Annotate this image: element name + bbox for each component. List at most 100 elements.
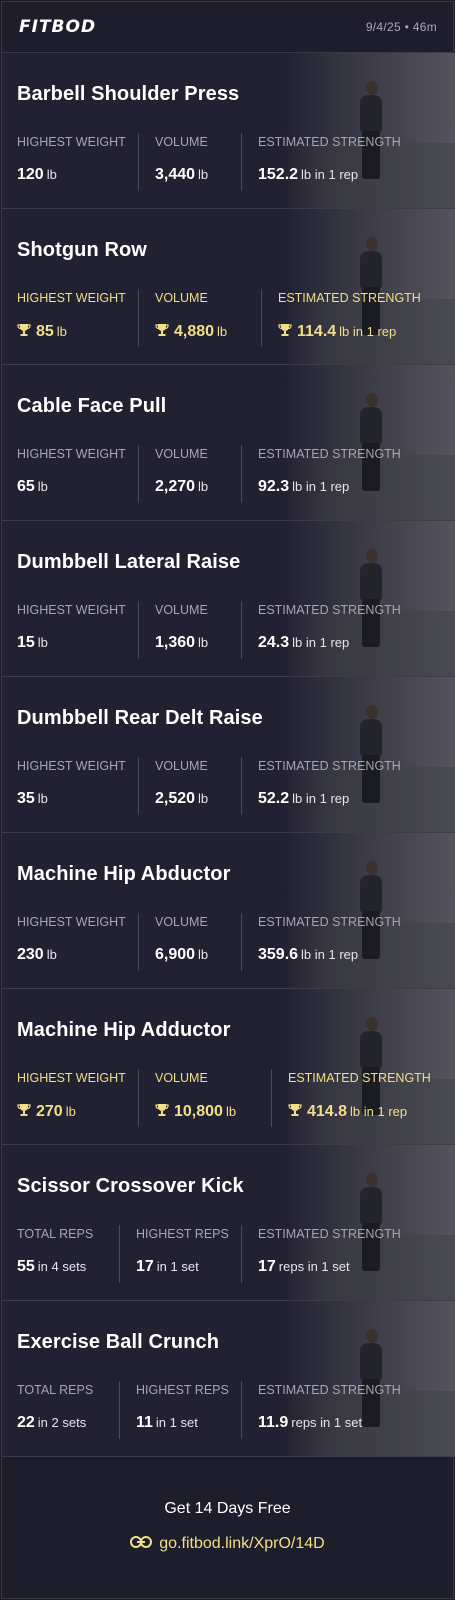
stat-label: HIGHEST WEIGHT bbox=[17, 291, 126, 305]
stat-divider bbox=[119, 1381, 120, 1439]
stat-value-row: 15 lb bbox=[17, 634, 48, 652]
stat-value: 2,270 bbox=[155, 478, 196, 495]
exercise-card[interactable]: Dumbbell Rear Delt Raise HIGHEST WEIGHT 35… bbox=[2, 677, 455, 833]
stat-value-row: 35 lb bbox=[17, 790, 48, 808]
exercise-card[interactable]: Shotgun Row HIGHEST WEIGHT 85 lb VOLUME 4,880… bbox=[2, 209, 455, 365]
stat-value-row: 22 in 2 sets bbox=[17, 1414, 86, 1432]
stat-value: 10,800 bbox=[174, 1103, 223, 1120]
stat-label: ESTIMATED STRENGTH bbox=[288, 1071, 431, 1085]
exercise-card[interactable]: Cable Face Pull HIGHEST WEIGHT 65 lb VOLUME 2… bbox=[2, 365, 455, 521]
stat-unit: lb in 1 rep bbox=[292, 791, 350, 806]
stat-unit: lb bbox=[217, 324, 228, 339]
stat-value: 114.4 bbox=[297, 323, 337, 340]
exercise-card[interactable]: Exercise Ball Crunch TOTAL REPS 22 in 2 set… bbox=[2, 1301, 455, 1457]
stat-unit: lb bbox=[198, 635, 209, 650]
stat-value: 414.8 bbox=[307, 1103, 348, 1120]
stat-divider bbox=[138, 757, 139, 815]
stat-unit: lb in 1 rep bbox=[292, 479, 350, 494]
stat-value-row: 270 lb bbox=[17, 1102, 76, 1121]
stat-divider bbox=[138, 601, 139, 659]
stat-label: ESTIMATED STRENGTH bbox=[278, 291, 421, 305]
exercise-card[interactable]: Machine Hip Abductor HIGHEST WEIGHT 230 lb V… bbox=[2, 833, 455, 989]
stat-divider bbox=[138, 289, 139, 347]
stat-value: 17 bbox=[136, 1258, 154, 1275]
stat-value-row: 152.2 lb in 1 rep bbox=[258, 166, 358, 184]
exercise-name: Dumbbell Lateral Raise bbox=[17, 551, 241, 573]
stat-value: 4,880 bbox=[174, 323, 215, 340]
stat-divider bbox=[241, 1225, 242, 1283]
exercise-card[interactable]: Dumbbell Lateral Raise HIGHEST WEIGHT 15 lb… bbox=[2, 521, 455, 677]
footer: Get 14 Days Free go.fitbod.link/XprO/14D bbox=[2, 1476, 453, 1600]
stat-label: TOTAL REPS bbox=[17, 1227, 94, 1241]
stat-label: VOLUME bbox=[155, 447, 208, 461]
stat-value-row: 414.8 lb in 1 rep bbox=[288, 1102, 407, 1121]
stat-unit: in 2 sets bbox=[37, 1415, 87, 1430]
stat-value-row: 92.3 lb in 1 rep bbox=[258, 478, 349, 496]
stat-divider bbox=[241, 757, 242, 815]
trophy-icon bbox=[155, 322, 169, 339]
stat-value-row: 114.4 lb in 1 rep bbox=[278, 322, 396, 341]
stat-value-row: 11 in 1 set bbox=[136, 1414, 198, 1432]
stat-value: 17 bbox=[258, 1258, 276, 1275]
stat-label: HIGHEST REPS bbox=[136, 1383, 229, 1397]
stat-label: ESTIMATED STRENGTH bbox=[258, 759, 401, 773]
exercise-card[interactable]: Barbell Shoulder Press HIGHEST WEIGHT 120 l… bbox=[2, 53, 455, 209]
trial-link-text: go.fitbod.link/XprO/14D bbox=[159, 1535, 325, 1552]
stat-label: VOLUME bbox=[155, 291, 208, 305]
stat-divider bbox=[261, 289, 262, 347]
exercise-name: Machine Hip Abductor bbox=[17, 863, 231, 885]
stat-unit: lb bbox=[37, 635, 48, 650]
stat-value: 65 bbox=[17, 478, 35, 495]
stat-value-row: 10,800 lb bbox=[155, 1102, 236, 1121]
stat-label: VOLUME bbox=[155, 603, 208, 617]
stat-unit: reps in 1 set bbox=[278, 1259, 350, 1274]
stat-value-row: 17 in 1 set bbox=[136, 1258, 199, 1276]
stat-divider bbox=[138, 133, 139, 191]
stat-label: HIGHEST WEIGHT bbox=[17, 603, 126, 617]
stat-divider bbox=[241, 601, 242, 659]
stat-unit: lb bbox=[46, 167, 57, 182]
stat-value: 359.6 bbox=[258, 946, 299, 963]
exercise-card[interactable]: Machine Hip Adductor HIGHEST WEIGHT 270 lb V… bbox=[2, 989, 455, 1145]
exercise-photo bbox=[285, 677, 455, 832]
stat-value: 52.2 bbox=[258, 790, 290, 807]
stat-unit: lb in 1 rep bbox=[350, 1104, 408, 1119]
stat-value-row: 17 reps in 1 set bbox=[258, 1258, 350, 1276]
stat-unit: lb bbox=[65, 1104, 76, 1119]
trial-link[interactable]: go.fitbod.link/XprO/14D bbox=[2, 1535, 453, 1553]
stat-value-row: 55 in 4 sets bbox=[17, 1258, 86, 1276]
stat-label: ESTIMATED STRENGTH bbox=[258, 603, 401, 617]
exercise-name: Dumbbell Rear Delt Raise bbox=[17, 707, 263, 729]
stat-value: 55 bbox=[17, 1258, 35, 1275]
stat-label: HIGHEST WEIGHT bbox=[17, 1071, 126, 1085]
stat-label: ESTIMATED STRENGTH bbox=[258, 1227, 401, 1241]
exercise-photo bbox=[285, 365, 455, 520]
stat-value-row: 11.9 reps in 1 set bbox=[258, 1414, 362, 1432]
stat-divider bbox=[241, 1381, 242, 1439]
exercise-photo bbox=[285, 1301, 455, 1456]
stat-unit: lb in 1 rep bbox=[339, 324, 397, 339]
stat-unit: in 4 sets bbox=[37, 1259, 87, 1274]
stat-value: 230 bbox=[17, 946, 44, 963]
stat-value: 92.3 bbox=[258, 478, 290, 495]
stat-value: 35 bbox=[17, 790, 35, 807]
stat-value-row: 4,880 lb bbox=[155, 322, 227, 341]
stat-value-row: 6,900 lb bbox=[155, 946, 208, 964]
stat-label: ESTIMATED STRENGTH bbox=[258, 447, 401, 461]
exercise-photo bbox=[285, 833, 455, 988]
workout-date-duration: 9/4/25 • 46m bbox=[365, 20, 437, 34]
stat-value: 120 bbox=[17, 166, 44, 183]
stat-value: 85 bbox=[36, 323, 54, 340]
stat-divider bbox=[241, 913, 242, 971]
stat-label: VOLUME bbox=[155, 1071, 208, 1085]
header: FITBOD 9/4/25 • 46m bbox=[2, 2, 453, 53]
trophy-icon bbox=[17, 322, 31, 339]
stat-label: VOLUME bbox=[155, 759, 208, 773]
stat-unit: lb bbox=[37, 479, 48, 494]
stat-value: 24.3 bbox=[258, 634, 290, 651]
exercise-card[interactable]: Scissor Crossover Kick TOTAL REPS 55 in 4 s… bbox=[2, 1145, 455, 1301]
stat-value-row: 1,360 lb bbox=[155, 634, 208, 652]
stat-value: 152.2 bbox=[258, 166, 299, 183]
stat-unit: lb bbox=[56, 324, 67, 339]
stat-unit: reps in 1 set bbox=[291, 1415, 363, 1430]
